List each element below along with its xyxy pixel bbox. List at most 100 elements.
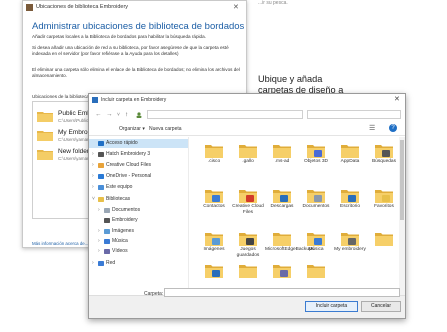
list-item-name: New folder bbox=[58, 148, 90, 155]
folder-tile[interactable]: Contactos bbox=[197, 188, 231, 210]
nav-item-icon bbox=[104, 239, 110, 244]
chevron-icon[interactable]: › bbox=[98, 238, 100, 244]
organize-button[interactable]: Organizar ▾ bbox=[119, 126, 145, 132]
nav-item[interactable]: › Creative Cloud Files bbox=[89, 161, 188, 170]
up-arrow-icon[interactable]: ↑ bbox=[125, 111, 128, 118]
folder-tile[interactable] bbox=[299, 263, 333, 278]
folder-tile[interactable]: Creative Cloud Files bbox=[231, 188, 265, 215]
folder-tile[interactable]: Favoritos bbox=[367, 188, 401, 210]
chevron-icon[interactable]: › bbox=[92, 260, 94, 266]
folder-tile[interactable]: Juegos guardados bbox=[231, 231, 265, 258]
scrollbar[interactable] bbox=[399, 137, 405, 295]
new-folder-button[interactable]: Nueva carpeta bbox=[149, 126, 182, 132]
folder-tile-label: .ms-ad bbox=[274, 159, 290, 164]
folder-grid: .cisco .gallo .ms-ad Objetos 3D AppData Búsqu… bbox=[197, 137, 399, 295]
folder-tile[interactable]: .cisco bbox=[197, 143, 231, 165]
library-locations-label: Ubicaciones de la biblioteca bbox=[32, 94, 89, 99]
nav-item[interactable]: Acceso rápido bbox=[89, 139, 188, 148]
bg-title-bar[interactable]: Ubicaciones de biblioteca Embroidery ✕ bbox=[23, 1, 246, 15]
folder-tile[interactable]: Escritorio bbox=[333, 188, 367, 210]
nav-item-label: Documentos bbox=[112, 207, 141, 213]
chevron-icon[interactable]: › bbox=[92, 151, 94, 157]
main-dialog-title: Incluir carpeta en Embroidery bbox=[101, 97, 167, 103]
nav-item-label: OneDrive - Personal bbox=[106, 173, 152, 179]
nav-item[interactable]: › OneDrive - Personal bbox=[89, 172, 188, 181]
folder-tile[interactable]: My embroidery bbox=[333, 231, 367, 253]
folder-tile-label: Escritorio bbox=[340, 204, 360, 209]
folder-tile[interactable]: Imágenes bbox=[197, 231, 231, 253]
chevron-icon[interactable]: › bbox=[92, 162, 94, 168]
nav-item-label: Este equipo bbox=[106, 184, 133, 190]
folder-tile-label: Música bbox=[308, 247, 324, 252]
nav-item[interactable]: Embroidery bbox=[89, 216, 188, 225]
main-title-bar[interactable]: Incluir carpeta en Embroidery ✕ bbox=[89, 94, 405, 107]
folder-tile-label: Documentos bbox=[302, 204, 330, 209]
folder-tile[interactable] bbox=[265, 263, 299, 278]
folder-tile[interactable]: Descargas bbox=[265, 188, 299, 210]
folder-tile-label: Creative Cloud Files bbox=[232, 204, 264, 215]
close-icon[interactable]: ✕ bbox=[233, 3, 239, 11]
nav-item[interactable]: › Hatch Embroidery 3 bbox=[89, 150, 188, 159]
address-bar[interactable] bbox=[147, 110, 303, 119]
forward-arrow-icon[interactable]: → bbox=[106, 111, 113, 118]
folder-tile[interactable] bbox=[231, 263, 265, 278]
chevron-icon[interactable]: › bbox=[98, 228, 100, 234]
folder-badge-icon bbox=[246, 195, 254, 202]
folder-tile[interactable]: Documentos bbox=[299, 188, 333, 210]
folder-icon bbox=[375, 145, 393, 158]
folder-tile[interactable]: Música bbox=[299, 231, 333, 253]
include-folder-button[interactable]: Incluir carpeta bbox=[305, 301, 358, 312]
folder-badge-icon bbox=[314, 150, 322, 157]
more-info-link[interactable]: Más información acerca de... bbox=[32, 241, 88, 246]
help-icon[interactable]: ? bbox=[389, 124, 397, 132]
folder-badge-icon bbox=[280, 270, 288, 277]
bg-paragraph: Añadir carpetas locales a la Biblioteca … bbox=[32, 34, 206, 39]
folder-badge-icon bbox=[382, 150, 390, 157]
nav-item[interactable]: › Este equipo bbox=[89, 183, 188, 192]
folder-name-input[interactable] bbox=[164, 288, 400, 297]
chevron-icon[interactable]: › bbox=[98, 207, 100, 213]
folder-tile[interactable]: AppData bbox=[333, 143, 367, 165]
chevron-icon[interactable]: › bbox=[92, 173, 94, 179]
nav-item[interactable]: › Música bbox=[89, 237, 188, 246]
back-arrow-icon[interactable]: ← bbox=[95, 111, 102, 118]
folder-icon bbox=[273, 265, 291, 278]
folder-icon bbox=[37, 112, 53, 122]
nav-item-label: Red bbox=[106, 260, 116, 266]
chevron-icon[interactable]: › bbox=[98, 248, 100, 254]
folder-tile-label: Descargas bbox=[270, 204, 294, 209]
nav-item[interactable]: ˅ Bibliotecas bbox=[89, 195, 188, 204]
folder-badge-icon bbox=[246, 238, 254, 245]
nav-item[interactable]: › Red bbox=[89, 259, 188, 268]
chevron-down-icon[interactable]: ˅ bbox=[117, 112, 120, 118]
folder-tile[interactable]: MicrosoftEdgeBackups bbox=[265, 231, 314, 253]
nav-item[interactable]: › Vídeos bbox=[89, 247, 188, 256]
folder-tile[interactable] bbox=[367, 231, 401, 246]
folder-icon bbox=[307, 145, 325, 158]
include-folder-dialog: Incluir carpeta en Embroidery ✕ ← → ˅ ↑ … bbox=[88, 93, 406, 319]
nav-item-icon bbox=[98, 141, 104, 146]
folder-tile[interactable]: Búsquedas bbox=[367, 143, 401, 165]
nav-item-icon bbox=[98, 261, 104, 266]
nav-item-icon bbox=[98, 163, 104, 168]
folder-tile[interactable]: .ms-ad bbox=[265, 143, 299, 165]
chevron-icon[interactable]: ˅ bbox=[92, 196, 95, 202]
folder-icon bbox=[37, 131, 53, 141]
cancel-button[interactable]: Cancelar bbox=[361, 301, 401, 312]
nav-item[interactable]: › Documentos bbox=[89, 206, 188, 215]
search-input[interactable] bbox=[307, 110, 401, 119]
nav-item[interactable]: › Imágenes bbox=[89, 227, 188, 236]
folder-tile[interactable]: .gallo bbox=[231, 143, 265, 165]
folder-tile[interactable]: Objetos 3D bbox=[299, 143, 333, 165]
chevron-icon[interactable]: › bbox=[92, 184, 94, 190]
scrollbar-thumb[interactable] bbox=[400, 140, 404, 220]
view-options-icon[interactable]: ☰ bbox=[369, 124, 375, 132]
folder-icon bbox=[205, 233, 223, 246]
folder-tile-label: AppData bbox=[340, 159, 360, 164]
close-icon[interactable]: ✕ bbox=[394, 95, 400, 103]
folder-badge-icon bbox=[212, 238, 220, 245]
folder-tile[interactable] bbox=[197, 263, 231, 278]
nav-item-icon bbox=[104, 229, 110, 234]
nav-item-icon bbox=[98, 197, 104, 202]
folder-icon bbox=[205, 265, 223, 278]
